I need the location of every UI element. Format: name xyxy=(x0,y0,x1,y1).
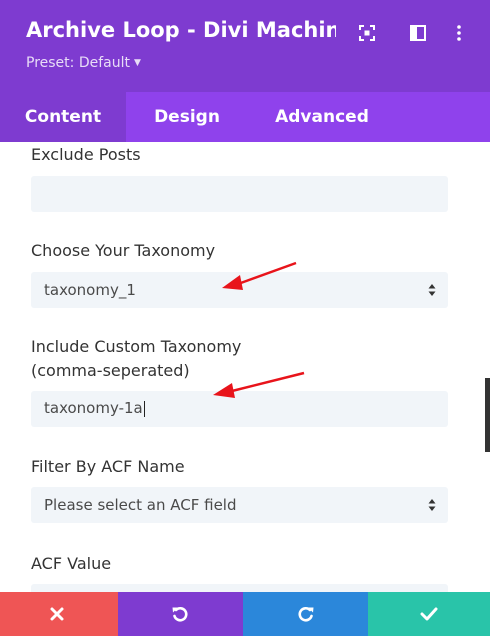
module-title: Archive Loop - Divi Machin... xyxy=(26,18,336,42)
tab-advanced[interactable]: Advanced xyxy=(248,92,396,142)
focus-icon[interactable] xyxy=(358,24,376,42)
undo-icon xyxy=(172,607,188,622)
sidebar-toggle-icon[interactable] xyxy=(409,24,427,42)
custom-taxonomy-sublabel: (comma-seperated) xyxy=(31,361,190,380)
text-cursor xyxy=(143,400,145,417)
save-button[interactable] xyxy=(368,592,490,636)
scrollbar-thumb[interactable] xyxy=(485,378,490,452)
acf-value-input[interactable] xyxy=(31,584,448,592)
acf-value-label: ACF Value xyxy=(31,554,112,573)
select-arrows-icon xyxy=(428,284,436,296)
close-icon xyxy=(50,607,64,621)
module-settings-header: Archive Loop - Divi Machin... Preset: De… xyxy=(0,0,490,92)
redo-icon xyxy=(298,607,314,622)
preset-label: Preset: Default xyxy=(26,55,130,71)
exclude-posts-input[interactable] xyxy=(31,176,448,212)
annotation-arrow-icon xyxy=(222,261,297,290)
redo-button[interactable] xyxy=(243,592,368,636)
preset-selector[interactable]: Preset: Default ▼ xyxy=(26,55,141,71)
tab-content[interactable]: Content xyxy=(0,92,126,142)
acf-name-select-value: Please select an ACF field xyxy=(44,496,237,514)
custom-taxonomy-value: taxonomy-1a xyxy=(44,399,143,417)
tab-design[interactable]: Design xyxy=(126,92,248,142)
check-icon xyxy=(420,607,438,621)
acf-filter-label: Filter By ACF Name xyxy=(31,457,185,476)
choose-taxonomy-label: Choose Your Taxonomy xyxy=(31,241,216,260)
undo-button[interactable] xyxy=(118,592,243,636)
exclude-posts-label: Exclude Posts xyxy=(31,145,141,164)
acf-name-select[interactable]: Please select an ACF field xyxy=(31,487,448,523)
settings-tabs: Content Design Advanced xyxy=(0,92,490,142)
settings-content: Exclude Posts Choose Your Taxonomy taxon… xyxy=(0,142,490,592)
action-bar xyxy=(0,592,490,636)
caret-down-icon: ▼ xyxy=(133,58,141,68)
more-vertical-icon[interactable] xyxy=(450,24,468,42)
custom-taxonomy-label: Include Custom Taxonomy xyxy=(31,337,242,356)
taxonomy-select-value: taxonomy_1 xyxy=(44,281,136,299)
discard-button[interactable] xyxy=(0,592,118,636)
select-arrows-icon xyxy=(428,499,436,511)
annotation-arrow-icon xyxy=(213,371,305,398)
